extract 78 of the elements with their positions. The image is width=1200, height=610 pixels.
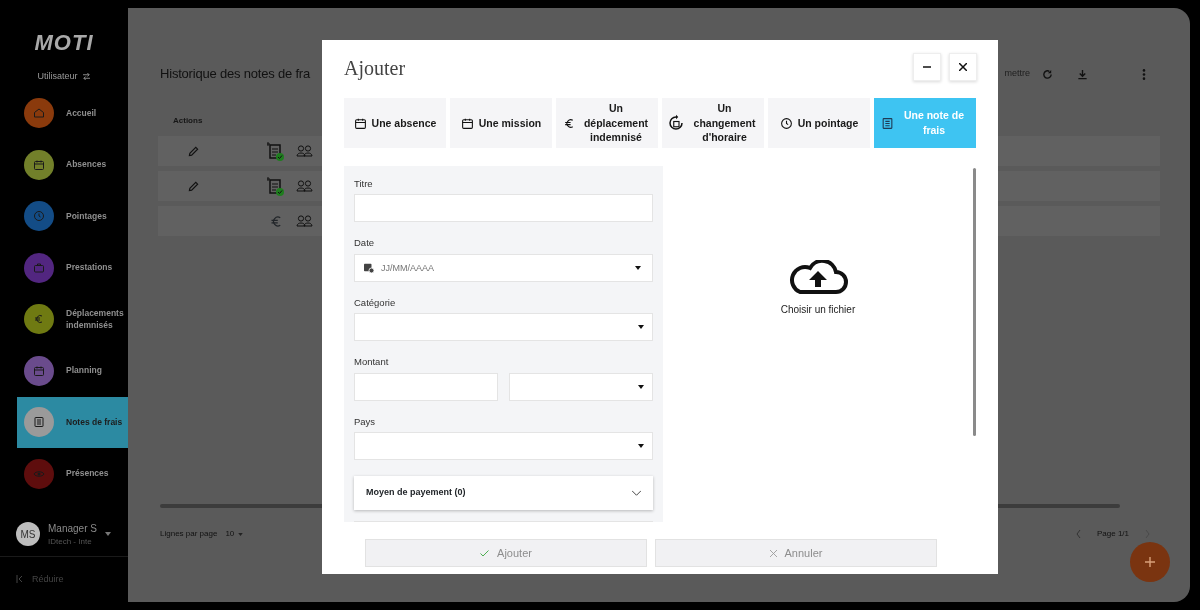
field-label: Titre	[354, 179, 374, 190]
accordion-header[interactable]: Moyen de payement (0)	[354, 476, 653, 511]
field-label: Date	[354, 238, 376, 249]
field-label: Catégorie	[354, 297, 397, 309]
clock-icon	[33, 210, 45, 223]
sidebar-item[interactable]: Prestations	[0, 242, 128, 294]
amount-field[interactable]	[354, 372, 498, 401]
sidebar-item[interactable]: Pointages	[0, 190, 128, 242]
field-label: Montant	[354, 357, 390, 368]
approved-document-icon	[267, 141, 284, 161]
euro-icon	[33, 313, 45, 326]
caret-icon	[638, 444, 644, 449]
tab[interactable]: Une absence	[344, 98, 446, 148]
chevron-down-icon	[632, 490, 641, 497]
caret-icon	[238, 532, 244, 536]
sidebar-item[interactable]: Présences	[0, 448, 128, 500]
tab[interactable]: Un pointage	[768, 98, 870, 148]
page-indicator: Page 1/1	[1096, 528, 1129, 540]
caret-icon	[104, 532, 111, 536]
caret-icon	[635, 265, 641, 270]
caret-icon	[638, 384, 644, 389]
approved-document-icon	[267, 176, 284, 196]
briefcase-icon	[33, 261, 45, 274]
edit-icon[interactable]	[187, 145, 199, 157]
document-icon	[881, 116, 894, 130]
select-field[interactable]	[354, 313, 653, 342]
euro-icon	[563, 116, 576, 130]
tab[interactable]: Un déplacement indemnisé	[556, 98, 658, 148]
calendar-icon	[33, 158, 45, 171]
calendar-clock-icon	[364, 262, 374, 273]
close-icon	[959, 63, 967, 71]
scrollbar[interactable]	[973, 168, 976, 436]
calendar-icon	[460, 116, 474, 130]
user-switch-label[interactable]: Utilisateur	[37, 70, 78, 84]
calendar-icon	[33, 364, 45, 377]
sidebar-item[interactable]: Planning	[0, 345, 128, 397]
logo: MOTI	[34, 32, 94, 54]
people-icon	[296, 145, 313, 157]
refresh-icon[interactable]	[1042, 68, 1053, 80]
caret-icon	[638, 325, 644, 330]
close-icon	[769, 549, 777, 557]
user-name: Manager S	[48, 521, 97, 536]
upload-button[interactable]: Choisir un fichier	[780, 260, 856, 317]
avatar: MS	[16, 522, 40, 546]
tab[interactable]: Un changement d'horaire	[662, 98, 764, 148]
sidebar-item[interactable]: Déplacements indemnisés	[0, 293, 128, 345]
page-title: Historique des notes de fra	[160, 65, 310, 84]
rotating-calendar-icon	[666, 114, 685, 132]
sidebar-item[interactable]: Notes de frais	[17, 396, 128, 448]
sidebar-item[interactable]: Accueil	[0, 87, 128, 139]
date-field[interactable]: JJ/MM/AAAA	[354, 253, 653, 282]
more-icon[interactable]	[1142, 68, 1146, 80]
tab[interactable]: Une mission	[450, 98, 552, 148]
collapse-icon	[16, 575, 24, 584]
currency-select[interactable]	[509, 372, 653, 401]
input-field[interactable]	[354, 194, 653, 223]
home-icon	[33, 107, 45, 120]
dialog-title: Ajouter	[344, 56, 406, 82]
select-field[interactable]	[354, 432, 653, 461]
minimize-button[interactable]	[913, 53, 941, 81]
check-icon	[480, 549, 490, 557]
document-icon	[33, 416, 45, 429]
column-header: Actions	[173, 116, 203, 125]
add-button[interactable]	[1130, 542, 1170, 582]
close-button[interactable]	[949, 53, 977, 81]
minimize-icon	[923, 66, 931, 68]
plus-icon	[1145, 557, 1155, 567]
edit-icon[interactable]	[187, 180, 199, 192]
user-company: IDtech - Inte	[48, 535, 93, 548]
previous-icon[interactable]	[1075, 530, 1081, 538]
swap-icon	[81, 73, 91, 81]
clock-icon	[779, 116, 793, 130]
field-label: Pays	[354, 416, 377, 428]
download-icon[interactable]	[1077, 68, 1088, 80]
people-icon	[296, 215, 313, 227]
sidebar-item[interactable]: Absences	[0, 139, 128, 191]
people-icon	[296, 180, 313, 192]
calendar-icon	[353, 116, 367, 130]
